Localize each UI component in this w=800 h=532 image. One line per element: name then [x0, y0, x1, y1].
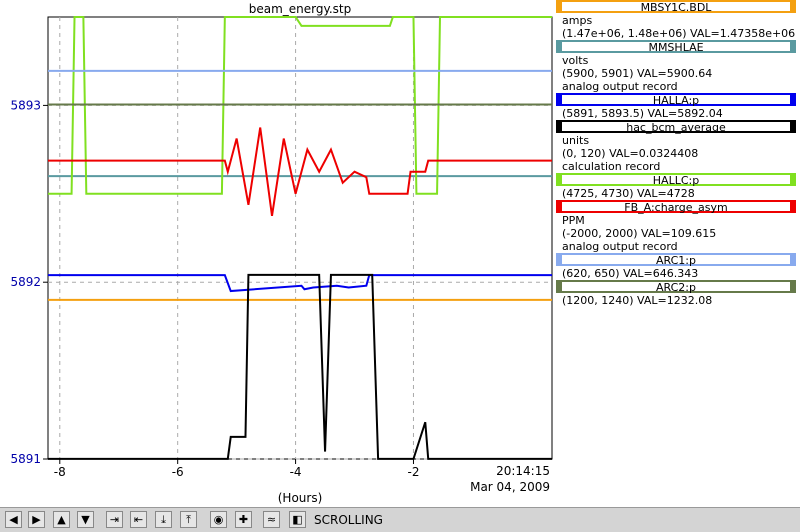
legend-detail: amps — [562, 14, 593, 27]
zoom-out-horizontal-button[interactable]: ⇤ — [130, 511, 147, 528]
zoom-in-horizontal-button[interactable]: ⇥ — [106, 511, 123, 528]
chart-title: beam_energy.stp — [249, 2, 352, 16]
legend-detail: (620, 650) VAL=646.343 — [562, 267, 699, 280]
legend-detail: analog output record — [562, 80, 678, 93]
legend-entry-mmshlae[interactable]: MMSHLAE — [556, 40, 796, 54]
legend-name: ARC2:p — [656, 281, 696, 294]
zoom-in-vertical-button[interactable]: ⤓ — [155, 511, 172, 528]
legend-detail: (0, 120) VAL=0.0324408 — [562, 147, 699, 160]
legend-name: HALLC:p — [652, 174, 700, 187]
x-tick-label: -6 — [172, 465, 184, 479]
auto-scale-button[interactable]: ◉ — [210, 511, 227, 528]
legend-entry-hallc-p[interactable]: HALLC:p — [556, 173, 796, 187]
plus-button[interactable]: ✚ — [235, 511, 252, 528]
legend-name: MBSY1C.BDL — [640, 1, 712, 14]
legend-detail: PPM — [562, 214, 585, 227]
legend-detail: (1.47e+06, 1.48e+06) VAL=1.47358e+06 — [562, 27, 796, 40]
x-tick-label: -4 — [290, 465, 302, 479]
config-button[interactable]: ≈ — [263, 511, 280, 528]
legend-entry-mbsy1c-bdl[interactable]: MBSY1C.BDL — [556, 0, 796, 14]
legend-name: ARC1:p — [656, 254, 696, 267]
legend-detail: (4725, 4730) VAL=4728 — [562, 187, 695, 200]
strip-chart[interactable]: beam_energy.stp -8 -6 -4 -2 5891 5892 5893 20:14… — [0, 0, 556, 507]
legend: MBSY1C.BDL amps (1.47e+06, 1.48e+06) VAL=1… — [556, 0, 800, 340]
legend-name: hac_bcm_average — [626, 121, 726, 134]
pan-left-button[interactable]: ◀ — [5, 511, 22, 528]
stop-button[interactable]: ◧ — [289, 511, 306, 528]
legend-entry-fb-a-charge-asym[interactable]: FB_A:charge_asym — [556, 200, 796, 214]
y-tick-label: 5892 — [10, 275, 41, 289]
x-tick-label: -8 — [54, 465, 66, 479]
legend-entry-arc2-p[interactable]: ARC2:p — [556, 280, 796, 294]
pan-up-button[interactable]: ▲ — [53, 511, 70, 528]
legend-entry-halla-p[interactable]: HALLA:p — [556, 93, 796, 107]
legend-name: FB_A:charge_asym — [624, 201, 728, 214]
legend-entry-hac-bcm-average[interactable]: hac_bcm_average — [556, 120, 796, 134]
pan-right-button[interactable]: ▶ — [28, 511, 45, 528]
legend-detail: volts — [562, 54, 589, 67]
date-label: Mar 04, 2009 — [470, 480, 550, 494]
y-tick-label: 5891 — [10, 452, 41, 466]
x-axis-label: (Hours) — [278, 491, 323, 505]
legend-detail: units — [562, 134, 590, 147]
legend-name: MMSHLAE — [648, 41, 704, 54]
legend-detail: (-2000, 2000) VAL=109.615 — [562, 227, 717, 240]
legend-detail: (5900, 5901) VAL=5900.64 — [562, 67, 713, 80]
plot-area — [47, 16, 553, 460]
zoom-out-vertical-button[interactable]: ⤒ — [180, 511, 197, 528]
time-label: 20:14:15 — [496, 464, 550, 478]
legend-detail: analog output record — [562, 240, 678, 253]
legend-name: HALLA:p — [652, 94, 700, 107]
legend-entry-arc1-p[interactable]: ARC1:p — [556, 253, 796, 267]
pan-down-button[interactable]: ▼ — [77, 511, 94, 528]
y-tick-label: 5893 — [10, 98, 41, 112]
legend-detail: (1200, 1240) VAL=1232.08 — [562, 294, 713, 307]
toolbar: SCROLLING ◀ ▶ ▲ ▼ ⇥ ⇤ ⤓ ⤒ ◉ ✚ ≈ ◧ — [0, 507, 800, 532]
legend-detail: (5891, 5893.5) VAL=5892.04 — [562, 107, 723, 120]
mode-label: SCROLLING — [314, 513, 383, 527]
x-tick-label: -2 — [407, 465, 419, 479]
legend-detail: calculation record — [562, 160, 661, 173]
